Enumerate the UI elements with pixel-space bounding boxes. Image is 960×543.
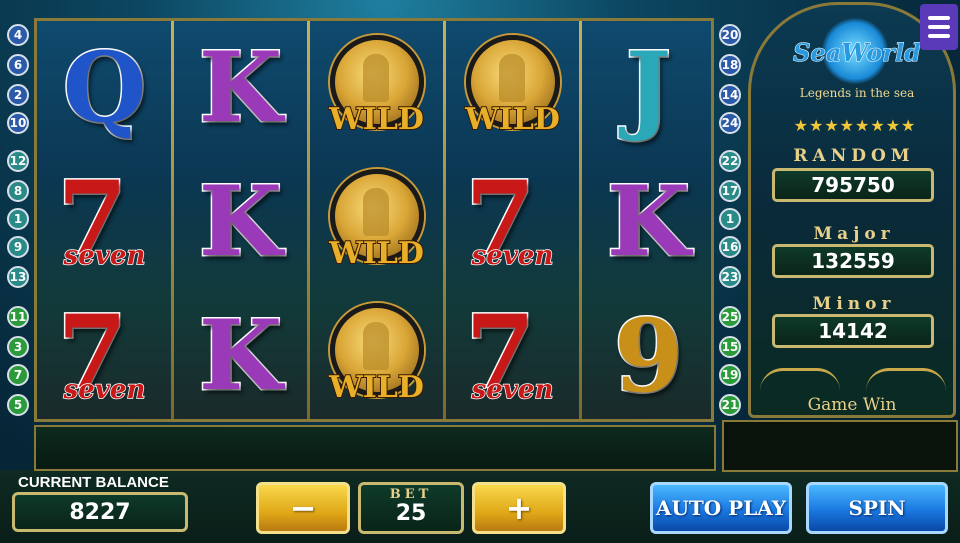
reel-symbol: 9 [581, 289, 716, 423]
payline-indicator[interactable]: 25 [719, 306, 741, 328]
major-jackpot-value: 132559 [772, 244, 934, 278]
payline-indicator[interactable]: 19 [719, 364, 741, 386]
minor-jackpot-value: 14142 [772, 314, 934, 348]
bet-label: BET [389, 487, 433, 502]
reel-symbol: 7 seven [37, 289, 172, 423]
game-win-display [722, 420, 958, 472]
random-jackpot-label: RANDOM [793, 146, 915, 166]
reel: Q 7 seven 7 seven [37, 21, 172, 419]
wild-word: WILD [464, 101, 561, 138]
reel-symbol: 7 seven [445, 155, 580, 289]
ornament-right [866, 368, 946, 391]
symbol-k: K [197, 165, 283, 278]
payline-indicator[interactable]: 11 [7, 306, 29, 328]
symbol-k: K [197, 31, 283, 144]
symbol-9: 9 [612, 297, 685, 415]
reel-symbol: 7 seven [37, 155, 172, 289]
reel-symbol: J [581, 21, 716, 155]
payline-indicator[interactable]: 3 [7, 336, 29, 358]
balance-label: CURRENT BALANCE [18, 474, 169, 491]
reel-symbol: K [173, 155, 308, 289]
seven-symbol: 7 seven [458, 158, 568, 279]
payline-indicator[interactable]: 23 [719, 266, 741, 288]
wild-symbol: WILD [322, 301, 432, 411]
increase-bet-button[interactable]: + [472, 482, 566, 534]
payline-indicator[interactable]: 1 [719, 208, 741, 230]
payline-indicator[interactable]: 10 [7, 112, 29, 134]
payline-indicator[interactable]: 1 [7, 208, 29, 230]
payline-indicator[interactable]: 16 [719, 236, 741, 258]
auto-play-button[interactable]: AUTO PLAY [650, 482, 792, 534]
minor-jackpot-label: Minor [812, 294, 896, 314]
seven-symbol: 7 seven [50, 292, 160, 413]
payline-indicator[interactable]: 21 [719, 394, 741, 416]
payline-indicator[interactable]: 5 [7, 394, 29, 416]
symbol-k: K [605, 165, 691, 278]
bet-display: BET 25 [358, 482, 464, 534]
reel-symbol: WILD [309, 21, 444, 155]
payline-indicator[interactable]: 20 [719, 24, 741, 46]
symbol-k: K [197, 299, 283, 412]
symbol-q: Q [61, 31, 148, 144]
payline-indicator[interactable]: 17 [719, 180, 741, 202]
menu-button[interactable] [920, 4, 958, 50]
menu-icon-bar [928, 34, 950, 38]
wild-word: WILD [328, 101, 425, 138]
wild-symbol: WILD [322, 167, 432, 277]
wild-word: WILD [328, 369, 425, 406]
seven-word: seven [471, 240, 554, 272]
wild-symbol: WILD [458, 33, 568, 143]
payline-indicator[interactable]: 18 [719, 54, 741, 76]
reel-symbol: Q [37, 21, 172, 155]
seven-word: seven [63, 374, 146, 406]
symbol-j: J [624, 31, 672, 144]
random-jackpot-value: 795750 [772, 168, 934, 202]
payline-indicator[interactable]: 9 [7, 236, 29, 258]
payline-indicator[interactable]: 14 [719, 84, 741, 106]
message-bar [34, 425, 716, 471]
reel-symbol: K [581, 155, 716, 289]
star-row: ★★★★★★★★ [793, 116, 917, 135]
game-tagline: Legends in the sea [799, 86, 915, 100]
payline-indicator[interactable]: 13 [7, 266, 29, 288]
ornament-left [760, 368, 840, 391]
reel-symbol: WILD [309, 289, 444, 423]
payline-indicator[interactable]: 24 [719, 112, 741, 134]
reel: JK 9 [581, 21, 716, 419]
wild-word: WILD [328, 235, 425, 272]
spin-button[interactable]: SPIN [806, 482, 948, 534]
seven-symbol: 7 seven [458, 292, 568, 413]
seven-word: seven [471, 374, 554, 406]
reel-symbol: WILD [445, 21, 580, 155]
reel: KKK [173, 21, 308, 419]
payline-indicator[interactable]: 15 [719, 336, 741, 358]
reel: WILD WILD WILD [309, 21, 444, 419]
bet-value: 25 [395, 501, 427, 526]
payline-indicator[interactable]: 6 [7, 54, 29, 76]
reel-symbol: K [173, 21, 308, 155]
decrease-bet-button[interactable]: − [256, 482, 350, 534]
reel: WILD 7 seven 7 seven [445, 21, 580, 419]
reel-symbol: WILD [309, 155, 444, 289]
game-win-label: Game Win [807, 395, 897, 415]
payline-indicator[interactable]: 22 [719, 150, 741, 172]
payline-indicator[interactable]: 4 [7, 24, 29, 46]
wild-symbol: WILD [322, 33, 432, 143]
payline-indicator[interactable]: 2 [7, 84, 29, 106]
payline-indicator[interactable]: 8 [7, 180, 29, 202]
reel-window: Q 7 seven 7 seven K K K WILD WILD WILD WILD 7 seven 7 s… [34, 18, 714, 422]
seven-symbol: 7 seven [50, 158, 160, 279]
balance-value: 8227 [12, 492, 188, 532]
payline-indicator[interactable]: 12 [7, 150, 29, 172]
payline-indicator[interactable]: 7 [7, 364, 29, 386]
menu-icon-bar [928, 25, 950, 29]
menu-icon-bar [928, 16, 950, 20]
game-logo: SeaWorld [793, 38, 922, 68]
reel-symbol: 7 seven [445, 289, 580, 423]
seven-word: seven [63, 240, 146, 272]
reel-symbol: K [173, 289, 308, 423]
major-jackpot-label: Major [813, 224, 895, 244]
